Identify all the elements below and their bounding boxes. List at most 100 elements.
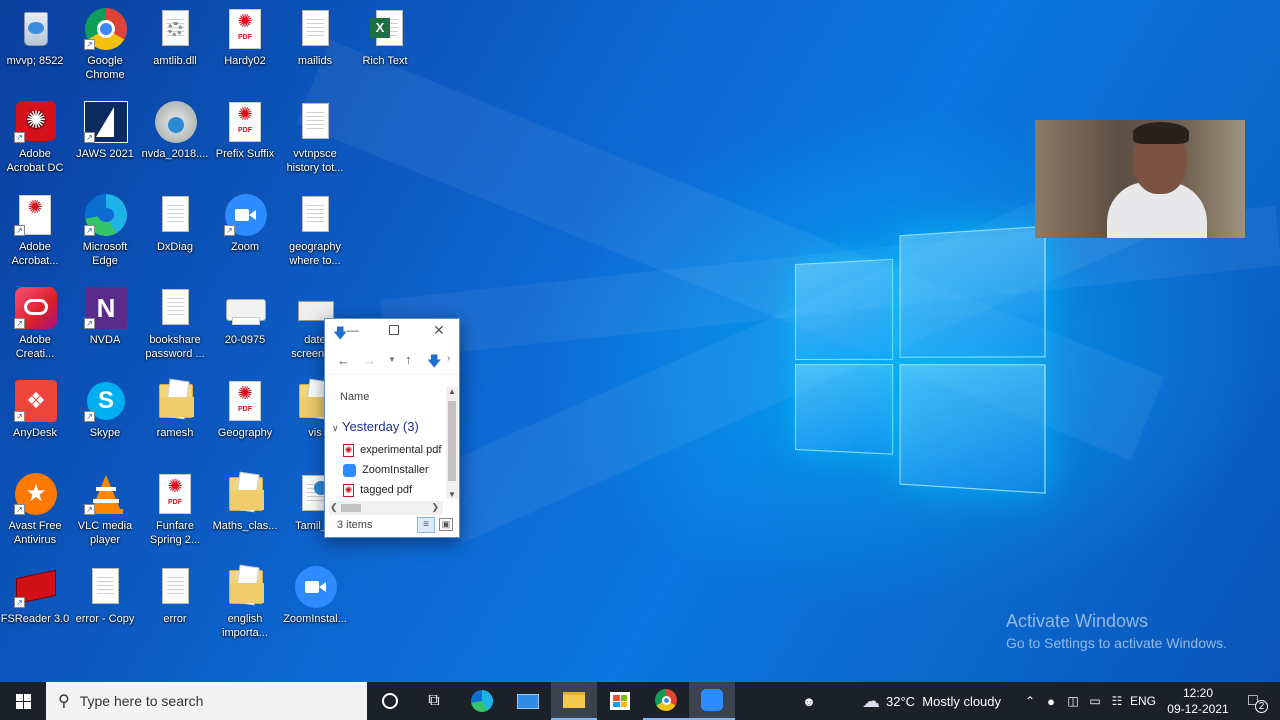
desktop-icon-fsreader[interactable]: ↗ FSReader 3.0 [0, 566, 70, 626]
close-button[interactable]: ✕ [433, 322, 445, 339]
desktop-icon-english[interactable]: english importa... [210, 566, 280, 640]
scroll-right-icon[interactable]: ❯ [431, 502, 439, 513]
desktop-icon-amtlib[interactable]: amtlib.dll [140, 8, 210, 68]
cortana-button[interactable] [367, 682, 413, 720]
avast-icon: ★ ↗ [14, 473, 57, 515]
desktop-icon-ramesh[interactable]: ramesh [140, 380, 210, 440]
desktop-icon-hardy02[interactable]: ✺ PDF Hardy02 [210, 8, 280, 68]
desktop-icon-error-copy[interactable]: error - Copy [70, 566, 140, 626]
taskbar-zoom[interactable] [689, 682, 735, 720]
taskbar-mail[interactable] [505, 682, 551, 720]
desktop-icon-chrome[interactable]: ↗ Google Chrome [70, 8, 140, 82]
desktop-icon-dxdiag[interactable]: DxDiag [140, 194, 210, 254]
desktop-icon-edge[interactable]: ↗ Microsoft Edge [70, 194, 140, 268]
language-indicator[interactable]: ENG [1128, 694, 1158, 708]
maximize-button[interactable] [389, 325, 399, 335]
nvda-icon: N ↗ [84, 287, 127, 329]
desktop-icon-error[interactable]: error [140, 566, 210, 626]
desktop-icon-maths[interactable]: Maths_clas... [210, 473, 280, 533]
file-row[interactable]: ✺ experimental pdf [343, 444, 441, 457]
scroll-left-icon[interactable]: ❮ [330, 502, 338, 513]
desktop-icon-nvda[interactable]: N ↗ NVDA [70, 287, 140, 347]
breadcrumb-chevron-icon[interactable]: › [447, 353, 450, 364]
desktop-icon-nvda-installer[interactable]: nvda_2018.... [140, 101, 210, 161]
desktop-icon-skype[interactable]: S ↗ Skype [70, 380, 140, 440]
file-explorer-window[interactable]: 🡇 — ✕ ← → ▼ ↑ 🡇 › Name ∨ Yesterday (3) ✺… [324, 318, 460, 538]
vertical-scrollbar[interactable]: ▲ ▼ [446, 387, 458, 499]
details-view-button[interactable]: ≡ [417, 517, 435, 533]
thumbnail-view-button[interactable]: ▣ [439, 518, 453, 531]
horizontal-scrollbar[interactable]: ❮ ❯ [329, 501, 443, 515]
file-row[interactable]: ZoomInstaller [343, 464, 429, 477]
notification-center-button[interactable]: □ 2 [1238, 682, 1268, 720]
anydesk-icon: ❖ ↗ [14, 380, 57, 422]
group-header[interactable]: ∨ Yesterday (3) [332, 419, 419, 434]
pdf-file-icon: ✺ [343, 484, 354, 497]
taskbar-store[interactable] [597, 682, 643, 720]
clock-date: 09-12-2021 [1167, 702, 1229, 716]
wifi-icon[interactable]: ☷ [1106, 694, 1128, 708]
dll-file-icon [154, 8, 196, 50]
desktop-icon-creative-cloud[interactable]: ↗ Adobe Creati... [0, 287, 70, 361]
task-view-button[interactable]: ⧉ [411, 682, 457, 720]
back-arrow-icon[interactable]: ← [337, 353, 350, 368]
taskbar-chrome[interactable] [643, 682, 689, 720]
desktop-icon-geography[interactable]: ✺ PDF Geography [210, 380, 280, 440]
recent-dropdown-icon[interactable]: ▼ [388, 355, 396, 364]
desktop-icon-zoom-installer[interactable]: ZoomInstal... [280, 566, 350, 626]
desktop-icon-avast[interactable]: ★ ↗ Avast Free Antivirus [0, 473, 70, 547]
minimize-button[interactable]: — [347, 323, 359, 337]
watermark-heading: Activate Windows [1006, 611, 1149, 631]
desktop-icon-20-0975[interactable]: 20-0975 [210, 287, 280, 347]
desktop-icon-vvtnpsce[interactable]: vvtnpsce history tot... [280, 101, 350, 175]
taskbar-file-explorer[interactable] [551, 682, 597, 720]
explorer-nav-bar: ← → ▼ ↑ 🡇 › [325, 345, 459, 375]
recycle-bin-icon [14, 8, 56, 50]
desktop-icon-acrobat[interactable]: ✺ ↗ Adobe Acrobat... [0, 194, 70, 268]
taskbar-edge[interactable] [459, 682, 505, 720]
network-icon[interactable]: ▭ [1084, 694, 1106, 708]
desktop-icon-prefix-suffix[interactable]: ✺ PDF Prefix Suffix [210, 101, 280, 161]
desktop-icon-acrobat-dc[interactable]: ✺ ↗ Adobe Acrobat DC [0, 101, 70, 175]
meet-now-icon[interactable]: ◫ [1062, 694, 1084, 708]
desktop-icon-jaws[interactable]: ↗ JAWS 2021 [70, 101, 140, 161]
file-row[interactable]: ✺ tagged pdf [343, 484, 412, 497]
location-downloads-icon[interactable]: 🡇 [427, 351, 441, 375]
desktop-icon-bookshare[interactable]: bookshare password ... [140, 287, 210, 361]
microphone-icon[interactable]: ● [1040, 694, 1062, 709]
column-header-name[interactable]: Name [340, 391, 369, 403]
excel-file-icon: X [364, 8, 406, 50]
desktop-icon-geography-text[interactable]: geography where to... [280, 194, 350, 268]
scroll-thumb[interactable] [448, 401, 456, 481]
taskbar-search-box[interactable]: ⚲ Type here to search [46, 682, 367, 720]
weather-widget[interactable]: ☁ 32°C Mostly cloudy [862, 682, 1001, 720]
explorer-title-bar[interactable]: 🡇 — ✕ [325, 319, 459, 345]
start-button[interactable] [0, 682, 46, 720]
desktop-icon-vlc[interactable]: ↗ VLC media player [70, 473, 140, 547]
folder-icon [563, 692, 585, 708]
chevron-down-icon: ∨ [332, 423, 339, 433]
chevron-up-icon[interactable]: ⌃ [1020, 694, 1040, 708]
desktop-icon-rich-text[interactable]: X Rich Text [350, 8, 420, 68]
desktop-icon-funfare[interactable]: ✺ PDF Funfare Spring 2... [140, 473, 210, 547]
desktop-icon-zoom[interactable]: ↗ Zoom [210, 194, 280, 254]
forward-arrow-icon[interactable]: → [363, 353, 376, 368]
desktop-icon-recycle-bin[interactable]: mvvp; 8522 [0, 8, 70, 68]
scroll-thumb[interactable] [341, 504, 361, 512]
up-arrow-icon[interactable]: ↑ [405, 352, 412, 367]
desktop-icon-mailids[interactable]: mailids [280, 8, 350, 68]
desktop-icon-anydesk[interactable]: ❖ ↗ AnyDesk [0, 380, 70, 440]
scroll-up-icon[interactable]: ▲ [448, 387, 456, 396]
scroll-down-icon[interactable]: ▼ [448, 490, 456, 499]
printer-icon [224, 287, 266, 329]
skype-icon: S ↗ [84, 380, 126, 422]
people-icon[interactable]: ☻ [798, 694, 820, 709]
clock-time: 12:20 [1182, 686, 1214, 700]
edge-icon [471, 690, 493, 712]
text-file-icon [294, 101, 336, 143]
taskbar: ⚲ Type here to search ⧉ ☻ ☁ 32°C Mostly … [0, 682, 1280, 720]
clock[interactable]: 12:20 09-12-2021 [1166, 682, 1230, 720]
zoom-file-icon [343, 464, 356, 477]
vlc-icon: ↗ [84, 473, 126, 515]
text-file-icon [84, 566, 126, 608]
